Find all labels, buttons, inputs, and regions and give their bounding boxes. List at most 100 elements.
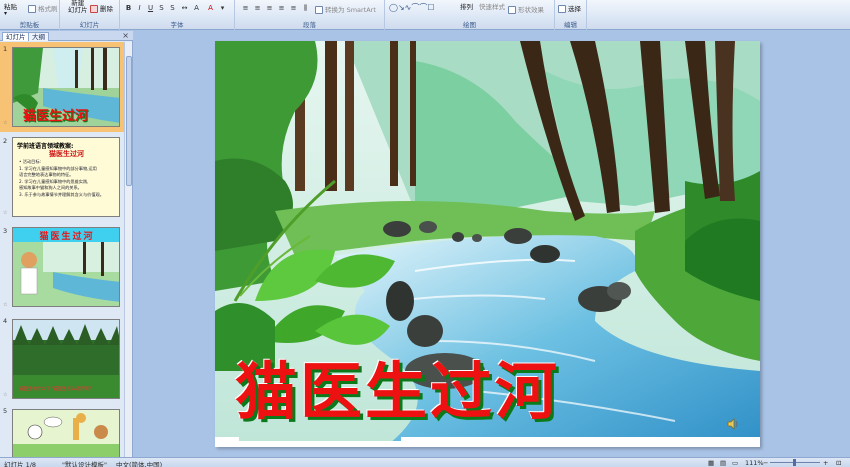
font-group: B I U S S ↔ A A ▾ 字体 <box>120 0 235 30</box>
align-right-button[interactable]: ≡ <box>265 4 274 14</box>
slide-thumbnail-2[interactable]: 2 ☆ 学前班语言领域教案: 猫医生过河 • 活动目标: 1. 学习在儿童感知事… <box>0 134 124 224</box>
format-painter-label: 格式刷 <box>38 5 58 13</box>
new-slide-button[interactable]: 新建 幻灯片 <box>68 0 88 14</box>
slide-indicator: 幻灯片 1/8 <box>4 461 37 467</box>
normal-view-icon[interactable]: ▦ <box>708 459 714 467</box>
strikethrough-button[interactable]: S <box>157 4 166 14</box>
panel-scrollbar-thumb[interactable] <box>126 56 132 186</box>
select-label: 选择 <box>568 5 581 13</box>
speaker-icon[interactable] <box>726 417 740 431</box>
slide-thumbnail-3[interactable]: 3 ☆ 猫医生过河 <box>0 224 124 314</box>
char-spacing-button[interactable]: ↔ <box>180 4 189 14</box>
select-button[interactable]: 选择 <box>558 3 581 13</box>
clear-format-icon[interactable]: ▾ <box>218 4 227 14</box>
convert-smartart-button[interactable]: 转换为 SmartArt <box>315 4 376 14</box>
ribbon: 粘贴 ▾ 格式刷 剪贴板 新建 幻灯片 删除 幻灯片 B I U S S ↔ A… <box>0 0 850 30</box>
fit-window-icon[interactable]: ⊡ <box>836 459 841 467</box>
slideshow-view-icon[interactable]: ▭ <box>732 459 738 467</box>
arrange-label: 排列 <box>460 3 473 11</box>
slides-group-label: 幻灯片 <box>79 21 100 29</box>
clipboard-group: 粘贴 ▾ 格式刷 剪贴板 <box>0 0 60 30</box>
delete-slide-button[interactable]: 删除 <box>90 3 113 13</box>
editing-group: 选择 编辑 <box>555 0 587 30</box>
quick-styles-label: 快速样式 <box>479 3 505 11</box>
paste-dropdown-icon[interactable]: ▾ <box>4 10 7 17</box>
animals-thumb <box>13 410 119 457</box>
animation-icon: ☆ <box>3 120 8 126</box>
italic-button[interactable]: I <box>135 4 144 14</box>
slides-panel: 幻灯片 大纲 × 1 ☆ 猫医生过河 2 ☆ 学前班语言领域教案: 猫医生过河 … <box>0 31 133 457</box>
slide-thumbnail-5[interactable]: 5 <box>0 404 124 457</box>
animation-icon: ☆ <box>3 302 8 308</box>
slide-thumbnail-image <box>12 409 120 457</box>
clipboard-group-label: 剪贴板 <box>19 21 40 29</box>
zoom-level[interactable]: 111% <box>745 459 764 467</box>
panel-tabs: 幻灯片 大纲 × <box>0 31 133 41</box>
align-left-button[interactable]: ≡ <box>241 4 250 14</box>
zoom-out-icon[interactable]: − <box>763 459 768 467</box>
bold-button[interactable]: B <box>124 4 133 14</box>
thumb-title: 猫医生过河 <box>39 232 95 242</box>
align-center-button[interactable]: ≡ <box>253 4 262 14</box>
river-scene-thumb <box>13 242 119 306</box>
shadow-button[interactable]: S <box>168 4 177 14</box>
shapes-gallery[interactable]: ◯↘∿⌒⌒☐ <box>389 2 435 13</box>
theme-name[interactable]: "默认设计模板" <box>62 459 107 467</box>
slide-title[interactable]: 猫医生过河 <box>235 341 560 431</box>
slide-thumbnails: 1 ☆ 猫医生过河 2 ☆ 学前班语言领域教案: 猫医生过河 • 活动目标: 1… <box>0 42 124 457</box>
animation-icon: ☆ <box>3 392 8 398</box>
delete-label: 删除 <box>100 5 113 13</box>
thumb-body: • 活动目标: 1. 学习在儿童感知事物中的部分事物,运用 语言完整地表达事物的… <box>19 159 104 198</box>
new-slide-label-2: 幻灯片 <box>68 6 88 14</box>
smartart-icon <box>315 6 323 14</box>
slide-number: 5 <box>3 407 8 415</box>
zoom-in-icon[interactable]: + <box>823 459 828 467</box>
delete-icon <box>90 5 98 13</box>
status-bar: 幻灯片 1/8 "默认设计模板" 中文(简体,中国) ▦ ▤ ▭ 111% − … <box>0 457 850 467</box>
brush-icon <box>28 5 36 13</box>
slide-number: 2 <box>3 137 8 145</box>
tab-slides[interactable]: 幻灯片 <box>2 32 30 41</box>
slide-number: 1 <box>3 45 8 53</box>
paragraph-group-label: 段落 <box>303 21 316 29</box>
columns-button[interactable]: ⫼ <box>301 4 310 14</box>
zoom-slider-knob[interactable] <box>793 459 796 466</box>
quick-styles-button[interactable]: 快速样式 <box>479 1 505 11</box>
change-case-button[interactable]: A <box>192 4 201 14</box>
animation-icon: ☆ <box>3 210 8 216</box>
shape-effects-button[interactable]: 形状效果 <box>508 4 544 14</box>
sorter-view-icon[interactable]: ▤ <box>720 459 726 467</box>
editing-group-label: 编辑 <box>564 21 577 29</box>
paragraph-group: ≡ ≡ ≡ ≡ ≡ ⫼ 转换为 SmartArt 段落 <box>235 0 385 30</box>
drawing-group: ◯↘∿⌒⌒☐ 排列 快速样式 形状效果 绘图 <box>385 0 555 30</box>
slide-canvas[interactable]: 猫医生过河 <box>215 41 760 447</box>
panel-scrollbar[interactable] <box>124 42 132 457</box>
slide-number: 4 <box>3 317 8 325</box>
arrange-button[interactable]: 排列 <box>460 1 473 11</box>
slides-group: 新建 幻灯片 删除 幻灯片 <box>60 0 120 30</box>
slide-thumbnail-1[interactable]: 1 ☆ 猫医生过河 <box>0 42 124 132</box>
language-indicator[interactable]: 中文(简体,中国) <box>116 459 162 467</box>
slide-workspace: 猫医生过河 <box>134 31 850 457</box>
underline-button[interactable]: U <box>146 4 155 14</box>
slide-thumbnail-4[interactable]: 4 ☆ 猫医生做什么了?猫医生怎么过河呢? <box>0 314 124 404</box>
cursor-icon <box>558 5 566 13</box>
justify-button[interactable]: ≡ <box>277 4 286 14</box>
slide-thumbnail-image: 猫医生做什么了?猫医生怎么过河呢? <box>12 319 120 399</box>
slide-thumbnail-image: 猫医生过河 <box>12 47 120 127</box>
thumb-line: 3. 乐于参与故事情节并理解其含义与价值观。 <box>19 191 104 197</box>
drawing-group-label: 绘图 <box>463 21 476 29</box>
thumb-title: 猫医生过河 <box>49 150 84 158</box>
convert-smartart-label: 转换为 SmartArt <box>325 6 376 14</box>
distribute-button[interactable]: ≡ <box>289 4 298 14</box>
thumb-title: 猫医生过河 <box>23 109 89 124</box>
close-icon[interactable]: × <box>122 31 129 40</box>
slide-thumbnail-image: 猫医生过河 <box>12 227 120 307</box>
shape-effects-label: 形状效果 <box>518 6 544 14</box>
thumb-caption: 猫医生做什么了?猫医生怎么过河呢? <box>19 387 92 392</box>
font-color-button[interactable]: A <box>206 4 215 14</box>
tab-outline[interactable]: 大纲 <box>28 32 49 41</box>
slide-number: 3 <box>3 227 8 235</box>
format-painter-button[interactable]: 格式刷 <box>28 3 58 13</box>
font-group-label: 字体 <box>170 21 184 29</box>
